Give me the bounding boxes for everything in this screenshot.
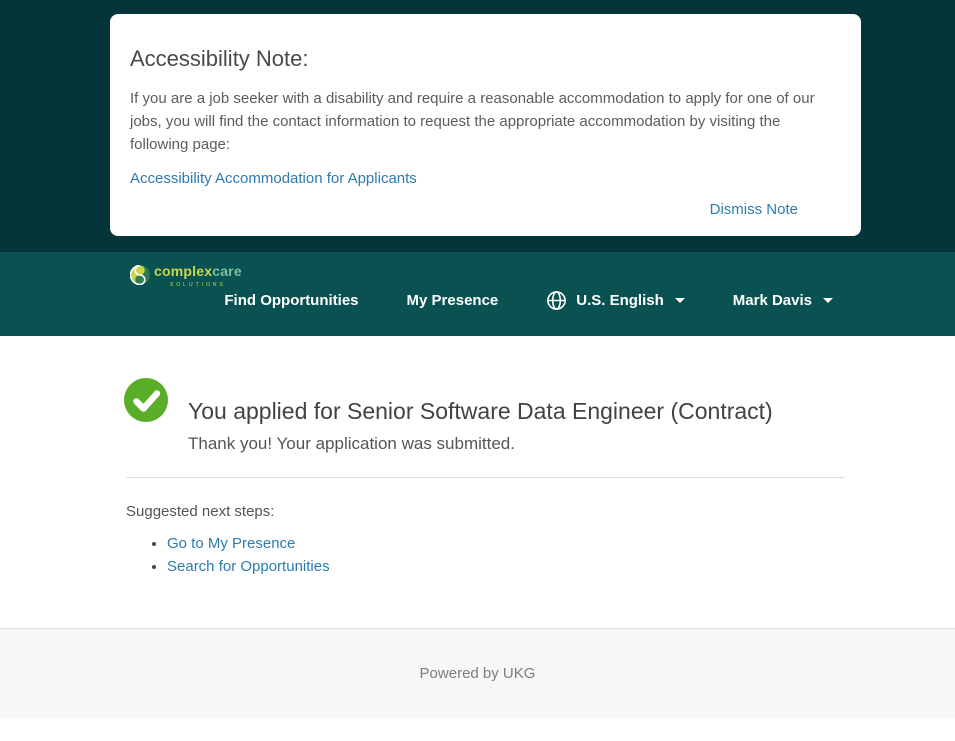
user-menu-dropdown[interactable]: Mark Davis	[733, 292, 833, 309]
logo-brand-primary: complex	[154, 263, 213, 279]
dismiss-row: Dismiss Note	[130, 201, 841, 219]
search-for-opportunities-link[interactable]: Search for Opportunities	[167, 558, 330, 575]
confirmation-text-block: You applied for Senior Software Data Eng…	[188, 378, 773, 454]
next-steps-section: Suggested next steps: Go to My Presence …	[126, 503, 955, 575]
list-item: Search for Opportunities	[167, 558, 955, 575]
accessibility-note-body: If you are a job seeker with a disabilit…	[130, 90, 815, 153]
globe-icon	[546, 290, 567, 311]
language-dropdown[interactable]: U.S. English	[546, 290, 685, 311]
section-divider	[126, 477, 845, 478]
nav-item-label: My Presence	[406, 292, 499, 309]
company-logo-icon	[129, 264, 150, 290]
confirmation-heading: You applied for Senior Software Data Eng…	[188, 398, 773, 424]
chevron-down-icon	[674, 298, 685, 303]
confirmation-subheading: Thank you! Your application was submitte…	[188, 434, 515, 453]
company-logo-text: complexcare solutions	[154, 264, 242, 288]
logo-brand-secondary: care	[212, 263, 242, 279]
dismiss-note-link[interactable]: Dismiss Note	[710, 201, 798, 218]
next-steps-label: Suggested next steps:	[126, 503, 275, 520]
user-name-label: Mark Davis	[732, 292, 812, 309]
application-confirmation: You applied for Senior Software Data Eng…	[124, 378, 845, 454]
go-to-my-presence-link[interactable]: Go to My Presence	[167, 535, 295, 552]
accessibility-accommodation-link[interactable]: Accessibility Accommodation for Applican…	[130, 170, 417, 187]
next-steps-list: Go to My Presence Search for Opportuniti…	[126, 535, 955, 575]
language-label: U.S. English	[576, 292, 664, 309]
accessibility-note-title: Accessibility Note:	[130, 46, 309, 71]
nav-item-find-opportunities[interactable]: Find Opportunities	[224, 292, 358, 309]
nav-item-label: Find Opportunities	[224, 292, 359, 309]
top-navbar: complexcare solutions Find Opportunities…	[0, 252, 955, 336]
logo-subtitle: solutions	[169, 282, 226, 288]
page-footer: Powered by UKG	[0, 628, 955, 718]
nav-menu: Find Opportunities My Presence U.S. Engl…	[0, 290, 955, 311]
company-logo[interactable]: complexcare solutions	[129, 264, 242, 290]
main-content: You applied for Senior Software Data Eng…	[0, 336, 955, 628]
success-check-icon	[124, 378, 168, 422]
powered-by-label: Powered by UKG	[419, 665, 536, 682]
hero-overlay: Accessibility Note: If you are a job see…	[0, 0, 955, 252]
list-item: Go to My Presence	[167, 535, 955, 552]
nav-item-my-presence[interactable]: My Presence	[407, 292, 499, 309]
chevron-down-icon	[823, 298, 833, 303]
accessibility-note-card: Accessibility Note: If you are a job see…	[110, 14, 861, 236]
